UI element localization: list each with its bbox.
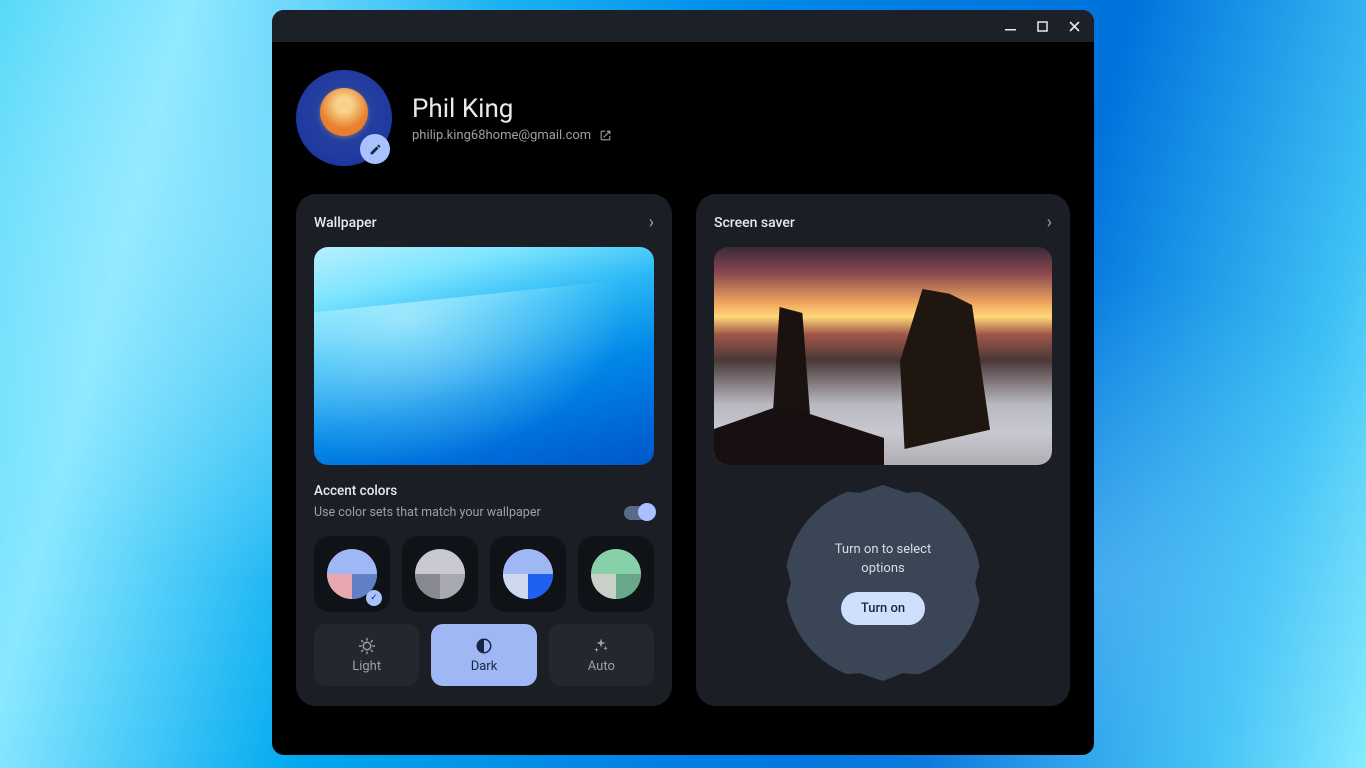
titlebar	[272, 10, 1094, 42]
pencil-icon	[369, 143, 382, 156]
wallpaper-card: Wallpaper › Accent colors Use color sets…	[296, 194, 672, 706]
accent-swatch-2[interactable]	[402, 536, 478, 612]
chevron-right-icon: ›	[1047, 212, 1052, 233]
wallpaper-preview[interactable]	[314, 247, 654, 465]
theme-light-button[interactable]: Light	[314, 624, 419, 686]
theme-mode-row: Light Dark Auto	[314, 624, 654, 686]
accent-swatches: ✓	[314, 536, 654, 612]
profile-name: Phil King	[412, 94, 612, 124]
personalization-window: Phil King philip.king68home@gmail.com Wa…	[272, 10, 1094, 755]
minimize-icon	[1005, 21, 1016, 32]
check-icon: ✓	[366, 590, 382, 606]
chevron-right-icon: ›	[649, 212, 654, 233]
turn-on-button[interactable]: Turn on	[841, 592, 925, 625]
wallpaper-header[interactable]: Wallpaper ›	[314, 212, 654, 233]
theme-auto-button[interactable]: Auto	[549, 624, 654, 686]
theme-auto-label: Auto	[588, 659, 615, 674]
theme-dark-label: Dark	[471, 659, 498, 674]
screensaver-prompt-blob: Turn on to select options Turn on	[785, 485, 981, 681]
toggle-knob	[638, 503, 656, 521]
accent-swatch-1[interactable]: ✓	[314, 536, 390, 612]
profile-header: Phil King philip.king68home@gmail.com	[296, 70, 1070, 166]
screensaver-title: Screen saver	[714, 215, 795, 231]
screensaver-prompt-text: Turn on to select options	[813, 541, 953, 577]
external-link-icon	[599, 129, 612, 142]
contrast-icon	[475, 637, 493, 655]
close-button[interactable]	[1058, 12, 1090, 40]
close-icon	[1069, 21, 1080, 32]
screensaver-header[interactable]: Screen saver ›	[714, 212, 1052, 233]
edit-avatar-button[interactable]	[360, 134, 390, 164]
minimize-button[interactable]	[994, 12, 1026, 40]
profile-email: philip.king68home@gmail.com	[412, 128, 591, 143]
maximize-button[interactable]	[1026, 12, 1058, 40]
screensaver-preview[interactable]	[714, 247, 1052, 465]
accent-colors-description: Use color sets that match your wallpaper	[314, 505, 541, 520]
profile-email-link[interactable]: philip.king68home@gmail.com	[412, 128, 612, 143]
sun-icon	[358, 637, 376, 655]
accent-swatch-4[interactable]	[578, 536, 654, 612]
maximize-icon	[1037, 21, 1048, 32]
accent-swatch-3[interactable]	[490, 536, 566, 612]
sparkle-icon	[592, 637, 610, 655]
theme-light-label: Light	[352, 659, 381, 674]
theme-dark-button[interactable]: Dark	[431, 624, 536, 686]
screensaver-card: Screen saver › Turn on to select options…	[696, 194, 1070, 706]
accent-colors-title: Accent colors	[314, 483, 654, 499]
accent-colors-toggle[interactable]	[624, 506, 654, 520]
wallpaper-title: Wallpaper	[314, 215, 377, 231]
